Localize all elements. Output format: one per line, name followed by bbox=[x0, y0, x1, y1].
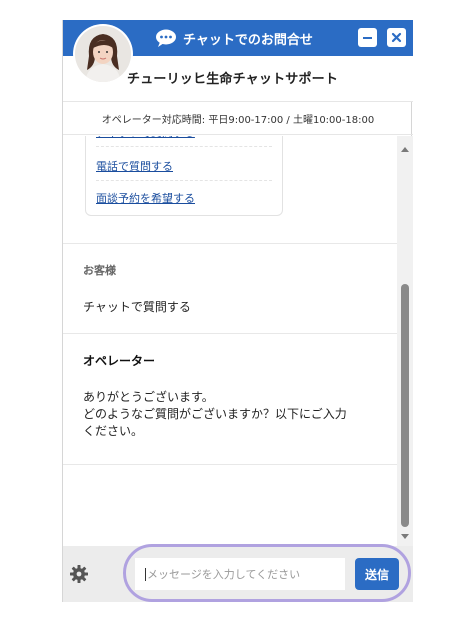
send-button[interactable]: 送信 bbox=[355, 558, 399, 590]
message-list: チャットで質問する 電話で質問する 面談予約を希望する お客様 チャットで質問す… bbox=[63, 136, 397, 546]
minimize-button[interactable] bbox=[358, 28, 377, 47]
chat-bubble-icon bbox=[156, 29, 176, 47]
chat-widget: チャットでのお問合せ チューリッヒ生命チャットサポート オペレーター対応時間: … bbox=[62, 20, 413, 602]
message-input-placeholder: メッセージを入力してください bbox=[147, 568, 301, 581]
message-divider bbox=[63, 243, 397, 244]
gear-icon[interactable] bbox=[69, 564, 89, 584]
minimize-icon bbox=[363, 37, 372, 39]
option-phone-link[interactable]: 電話で質問する bbox=[96, 151, 272, 181]
operator-hours: オペレーター対応時間: 平日9:00-17:00 / 土曜10:00-18:00 bbox=[63, 103, 413, 135]
chat-footer: メッセージを入力してください 送信 bbox=[63, 544, 413, 602]
scrollbar-thumb[interactable] bbox=[401, 284, 409, 527]
header-title: チャットでのお問合せ bbox=[155, 28, 313, 48]
operator-message-line: ください。 bbox=[83, 424, 144, 438]
option-appointment-link[interactable]: 面談予約を希望する bbox=[96, 183, 272, 213]
message-scrollbar[interactable] bbox=[397, 136, 413, 546]
operator-message-line: どのようなご質問がございますか？以下にご入力 bbox=[83, 407, 347, 421]
operator-sender-label: オペレーター bbox=[83, 354, 156, 368]
header-title-text: チャットでのお問合せ bbox=[183, 32, 313, 48]
message-divider bbox=[63, 464, 397, 465]
scroll-down-arrow-icon[interactable] bbox=[401, 534, 409, 540]
company-name: チューリッヒ生命チャットサポート bbox=[127, 72, 339, 87]
message-input[interactable]: メッセージを入力してください bbox=[135, 558, 345, 590]
close-button[interactable] bbox=[387, 28, 406, 47]
operator-message: ありがとうございます。 どのようなご質問がございますか？以下にご入力 ください。 bbox=[83, 389, 383, 440]
operator-avatar bbox=[75, 26, 131, 82]
option-chat-link[interactable]: チャットで質問する bbox=[96, 136, 272, 147]
close-icon bbox=[391, 32, 402, 43]
options-card: チャットで質問する 電話で質問する 面談予約を希望する bbox=[85, 136, 283, 216]
customer-message: チャットで質問する bbox=[83, 300, 191, 314]
chat-subheader: チューリッヒ生命チャットサポート bbox=[63, 26, 413, 102]
text-caret bbox=[145, 567, 146, 581]
operator-message-line: ありがとうございます。 bbox=[83, 390, 214, 404]
customer-sender-label: お客様 bbox=[83, 264, 116, 277]
message-divider bbox=[63, 333, 397, 334]
scroll-up-arrow-icon[interactable] bbox=[401, 146, 409, 152]
